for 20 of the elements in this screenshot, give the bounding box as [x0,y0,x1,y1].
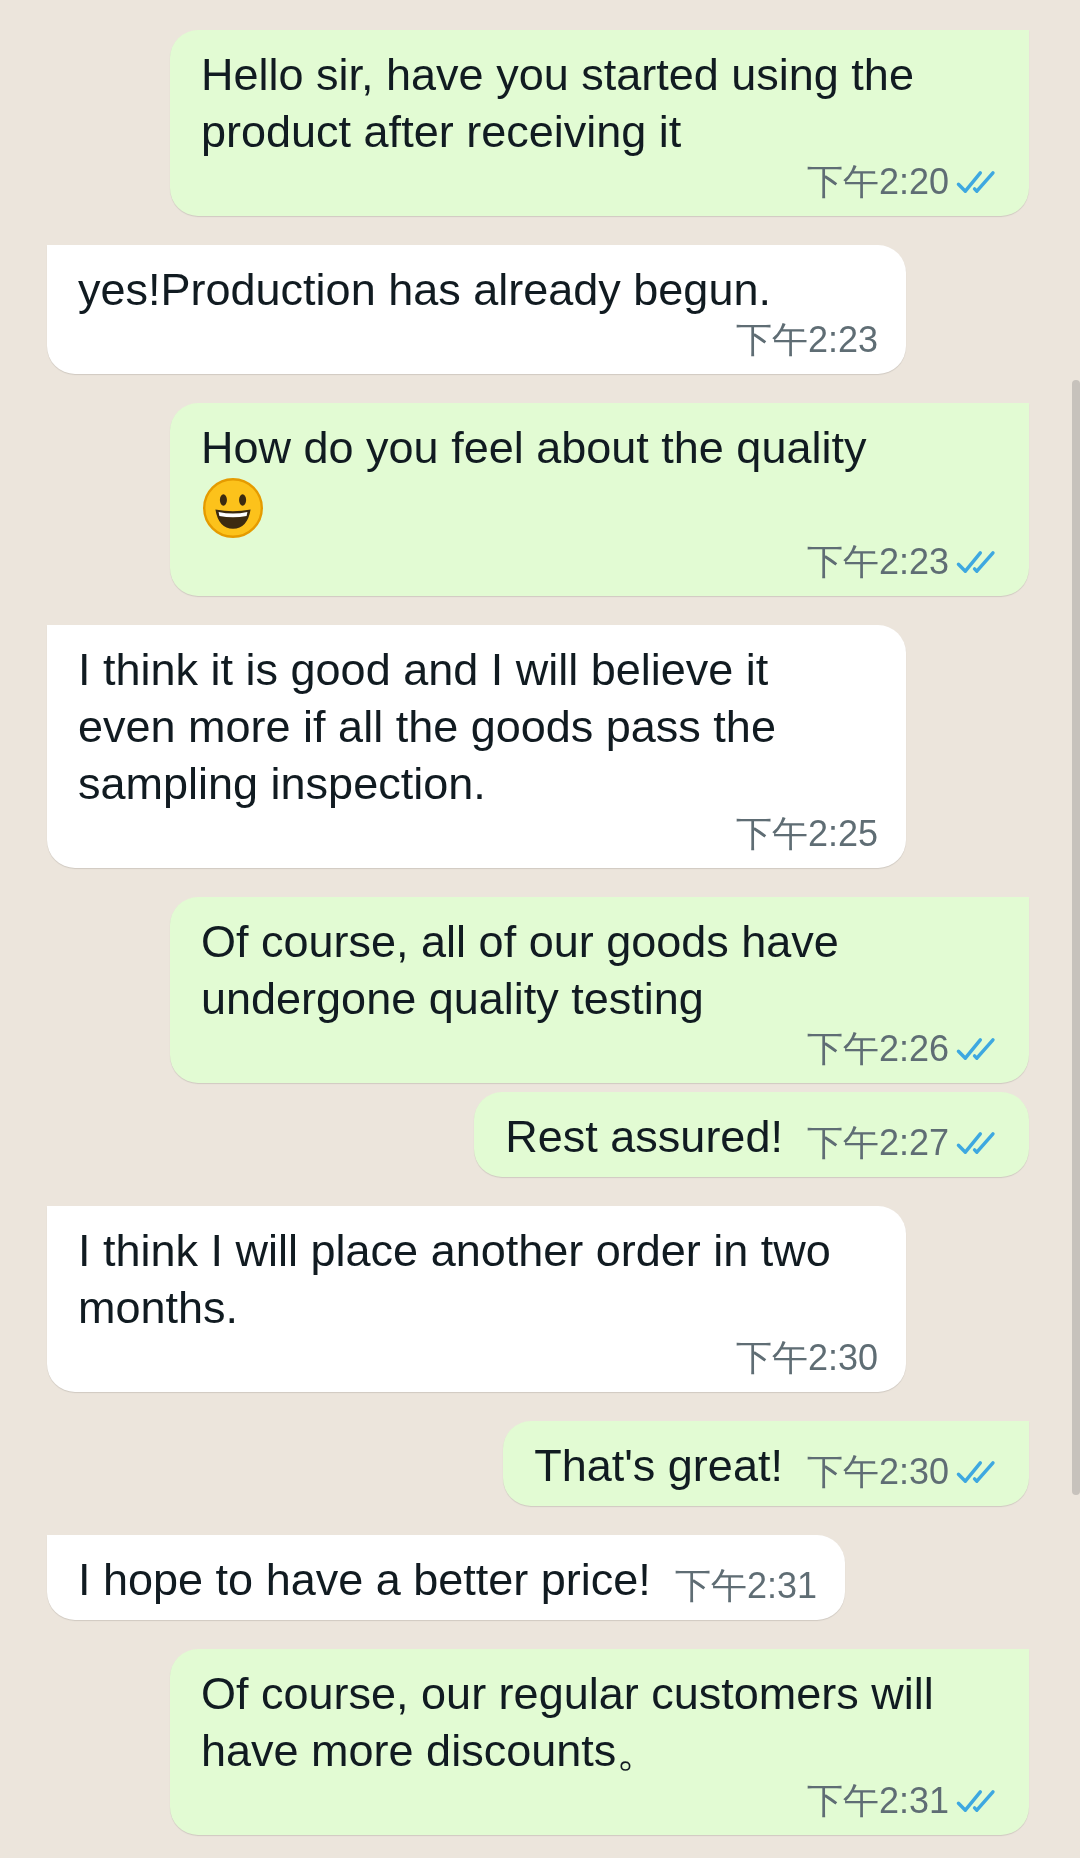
message-time: 下午2:23 [735,318,878,362]
message-text: Of course, our regular customers will have more discounts。 [201,1667,935,1778]
message-text: How do you feel about the quality [201,421,868,475]
message-time: 下午2:30 [806,1450,949,1494]
message-time: 下午2:31 [674,1564,817,1608]
message-text: I think it is good and I will believe it even more if all the goods pass the sampling inspection. [78,643,777,811]
message-time: 下午2:30 [735,1336,878,1380]
message-time: 下午2:25 [735,812,878,856]
message-text: Of course, all of our goods have undergone quality testing [201,915,840,1026]
message-text: I think I will place another order in two months. [78,1224,832,1335]
message-time: 下午2:20 [806,160,949,204]
message-time: 下午2:23 [806,540,949,584]
message-text: That's great! [534,1439,783,1493]
message-text: Hello sir, have you started using the product after receiving it [201,48,915,159]
message-text: I hope to have a better price! [78,1553,651,1607]
message-time: 下午2:27 [806,1121,949,1165]
message-time: 下午2:26 [806,1027,949,1071]
message-text: yes!Production has already begun. [78,263,772,317]
message-time: 下午2:31 [806,1779,949,1823]
message-text: Rest assured! [505,1110,783,1164]
